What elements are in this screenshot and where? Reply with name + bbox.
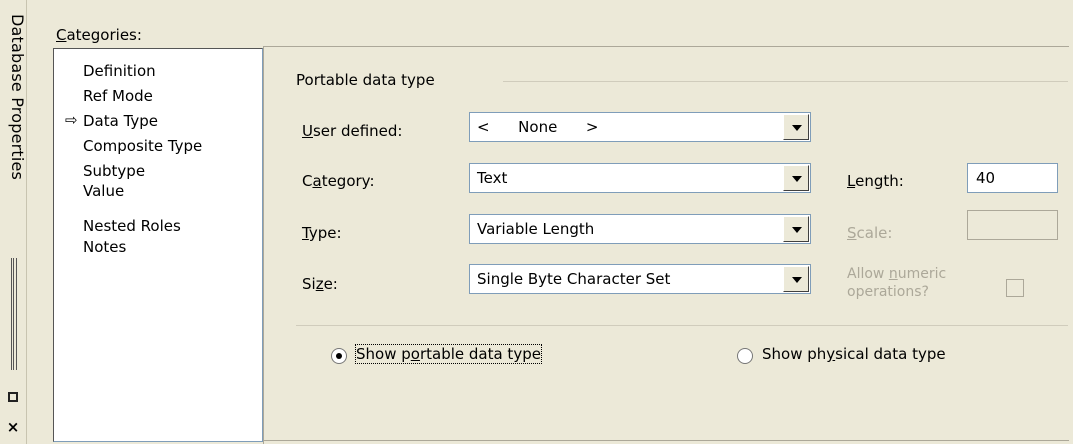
- allow-numeric-label: Allow numeric operations?: [847, 266, 947, 300]
- size-value: Single Byte Character Set: [477, 270, 671, 288]
- chevron-down-icon[interactable]: [783, 266, 809, 292]
- length-value: 40: [976, 169, 996, 187]
- tool-window-title: Database Properties: [8, 14, 27, 181]
- user-defined-combo[interactable]: < None >: [469, 112, 811, 142]
- length-input[interactable]: 40: [967, 163, 1058, 193]
- drag-grip-icon[interactable]: [11, 258, 17, 370]
- size-combo[interactable]: Single Byte Character Set: [469, 264, 811, 294]
- panel-border-left: [263, 46, 264, 444]
- category-item-nested-roles[interactable]: Nested Roles: [83, 217, 181, 235]
- category-item-composite-type[interactable]: Composite Type: [83, 137, 202, 155]
- chevron-down-icon[interactable]: [783, 216, 809, 242]
- portable-group-title: Portable data type: [296, 71, 435, 89]
- restore-square-icon[interactable]: [6, 390, 20, 404]
- type-value: Variable Length: [477, 220, 595, 238]
- allow-numeric-checkbox[interactable]: [1006, 279, 1024, 297]
- type-label: Type:: [302, 224, 342, 242]
- category-item-value[interactable]: Value: [83, 182, 124, 200]
- categories-label: Categories:: [56, 26, 142, 44]
- show-physical-radio[interactable]: [737, 348, 753, 364]
- group-divider: [503, 81, 1068, 82]
- selected-arrow-icon: ⇨: [65, 111, 78, 129]
- scale-input[interactable]: [967, 210, 1058, 240]
- category-item-ref-mode[interactable]: Ref Mode: [83, 87, 153, 105]
- category-item-subtype[interactable]: Subtype: [83, 162, 145, 180]
- user-defined-label: User defined:: [302, 122, 403, 140]
- user-defined-value: < None >: [477, 118, 599, 136]
- category-item-definition[interactable]: Definition: [83, 62, 156, 80]
- show-physical-label[interactable]: Show physical data type: [762, 345, 946, 363]
- type-combo[interactable]: Variable Length: [469, 214, 811, 244]
- scale-label: Scale:: [847, 224, 893, 242]
- category-value: Text: [477, 169, 508, 187]
- category-item-notes[interactable]: Notes: [83, 238, 126, 256]
- categories-list[interactable]: Definition Ref Mode ⇨ Data Type Composit…: [53, 48, 263, 442]
- category-item-data-type[interactable]: Data Type: [83, 112, 158, 130]
- show-portable-label[interactable]: Show portable data type: [355, 344, 542, 364]
- panel-border-bottom: [263, 440, 1069, 441]
- length-label: Length:: [847, 172, 904, 190]
- size-label: Size:: [302, 275, 338, 293]
- close-icon[interactable]: ×: [6, 420, 20, 435]
- chevron-down-icon[interactable]: [783, 114, 809, 140]
- chevron-down-icon[interactable]: [783, 165, 809, 191]
- panel-border-top: [263, 46, 1069, 47]
- category-combo[interactable]: Text: [469, 163, 811, 193]
- show-portable-radio[interactable]: [331, 348, 347, 364]
- category-label: Category:: [302, 172, 375, 190]
- options-divider: [296, 325, 1068, 326]
- tool-window-caption[interactable]: Database Properties ×: [0, 0, 27, 444]
